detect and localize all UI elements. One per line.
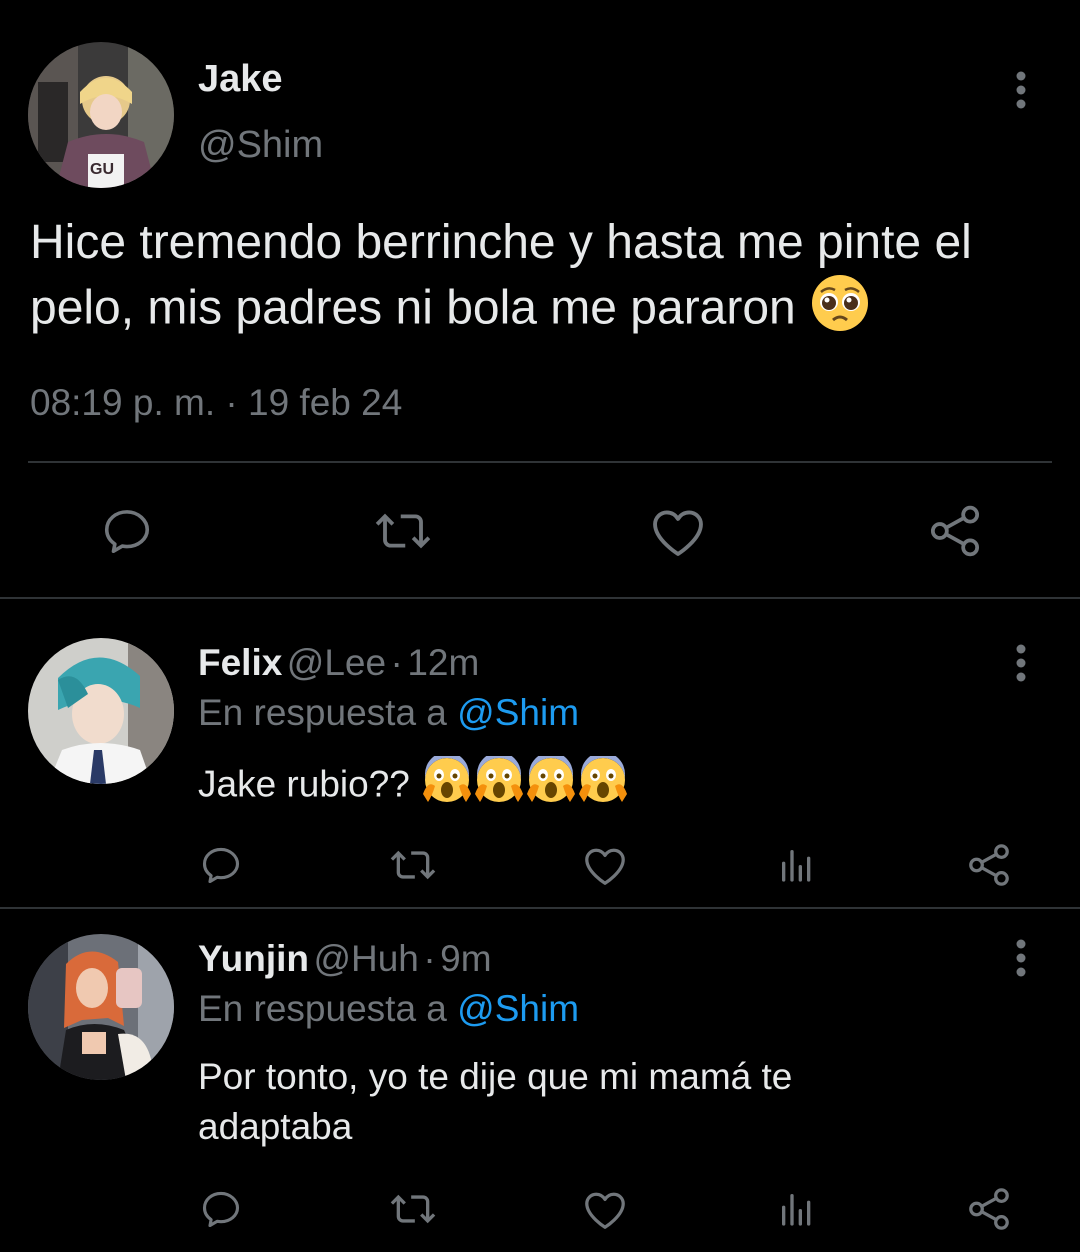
reply-age[interactable]: 12m <box>407 642 479 683</box>
analytics-button[interactable] <box>772 840 822 890</box>
screaming-face-icon <box>578 752 628 817</box>
analytics-icon <box>782 850 811 882</box>
main-author-avatar[interactable]: GU <box>28 42 174 188</box>
main-tweet-divider <box>28 461 1052 463</box>
replying-to-line: En respuesta a @Shim <box>198 690 579 736</box>
reply-text: Por tonto, yo te dije que mi mamá te ada… <box>198 1056 793 1147</box>
main-author-name[interactable]: Jake <box>198 56 283 102</box>
svg-text:GU: GU <box>90 161 114 178</box>
like-button[interactable] <box>646 500 710 562</box>
screaming-face-icon <box>474 752 524 817</box>
more-options-icon[interactable] <box>1001 62 1041 118</box>
reply-text: Jake rubio?? <box>198 752 1038 817</box>
more-options-icon[interactable] <box>1001 930 1041 986</box>
like-button[interactable] <box>580 840 630 890</box>
tweet-time: 08:19 p. m. <box>30 382 216 423</box>
share-icon <box>969 1188 1009 1230</box>
share-button[interactable] <box>964 1184 1014 1234</box>
reply-author-handle[interactable]: @Huh <box>313 938 418 979</box>
share-button[interactable] <box>964 840 1014 890</box>
screaming-face-icon <box>526 752 576 817</box>
main-tweet-text: Hice tremendo berrinche y hasta me pinte… <box>30 212 1070 348</box>
reply-header: Yunjin @Huh · 9m <box>198 936 492 990</box>
retweet-button[interactable] <box>370 500 436 562</box>
reply-author-handle[interactable]: @Lee <box>287 642 386 683</box>
like-icon <box>585 1192 625 1229</box>
analytics-button[interactable] <box>772 1184 822 1234</box>
reply-age[interactable]: 9m <box>440 938 491 979</box>
reply-icon <box>104 510 150 554</box>
reply-header: Felix @Lee · 12m <box>198 640 479 694</box>
reply-author-avatar[interactable] <box>28 934 174 1080</box>
more-options-icon[interactable] <box>1001 635 1041 691</box>
reply-author-name[interactable]: Yunjin <box>198 938 309 979</box>
replying-to-label: En respuesta a <box>198 692 447 733</box>
retweet-icon <box>375 513 431 549</box>
replying-to-line: En respuesta a @Shim <box>198 986 579 1032</box>
reply-author-name[interactable]: Felix <box>198 642 282 683</box>
retweet-button[interactable] <box>386 840 440 890</box>
retweet-icon <box>390 1194 436 1224</box>
tweet-timestamp[interactable]: 08:19 p. m. · 19 feb 24 <box>30 380 402 426</box>
share-icon <box>969 844 1009 886</box>
like-button[interactable] <box>580 1184 630 1234</box>
reply-divider <box>0 907 1080 909</box>
retweet-icon <box>390 850 436 880</box>
reply-button[interactable] <box>196 840 246 890</box>
reply-button[interactable] <box>196 1184 246 1234</box>
replying-to-mention[interactable]: @Shim <box>457 692 579 733</box>
reply-button[interactable] <box>96 500 158 562</box>
replying-to-mention[interactable]: @Shim <box>457 988 579 1029</box>
share-button[interactable] <box>924 500 986 562</box>
screaming-face-icon <box>422 752 472 817</box>
like-icon <box>585 848 625 885</box>
reply-separator: · <box>423 938 436 979</box>
reply-separator: · <box>390 642 403 683</box>
like-icon <box>653 510 703 556</box>
reply-author-avatar[interactable] <box>28 638 174 784</box>
tweet-date: 19 feb 24 <box>248 382 403 423</box>
replying-to-label: En respuesta a <box>198 988 447 1029</box>
retweet-button[interactable] <box>386 1184 440 1234</box>
timestamp-separator: · <box>225 382 238 423</box>
reply-icon <box>202 847 240 884</box>
pleading-face-icon <box>811 274 869 348</box>
reply-icon <box>202 1191 240 1228</box>
share-icon <box>930 505 980 557</box>
section-divider <box>0 597 1080 599</box>
reply-text-body: Jake rubio?? <box>198 763 410 805</box>
analytics-icon <box>782 1194 811 1226</box>
main-author-handle[interactable]: @Shim <box>198 122 323 168</box>
